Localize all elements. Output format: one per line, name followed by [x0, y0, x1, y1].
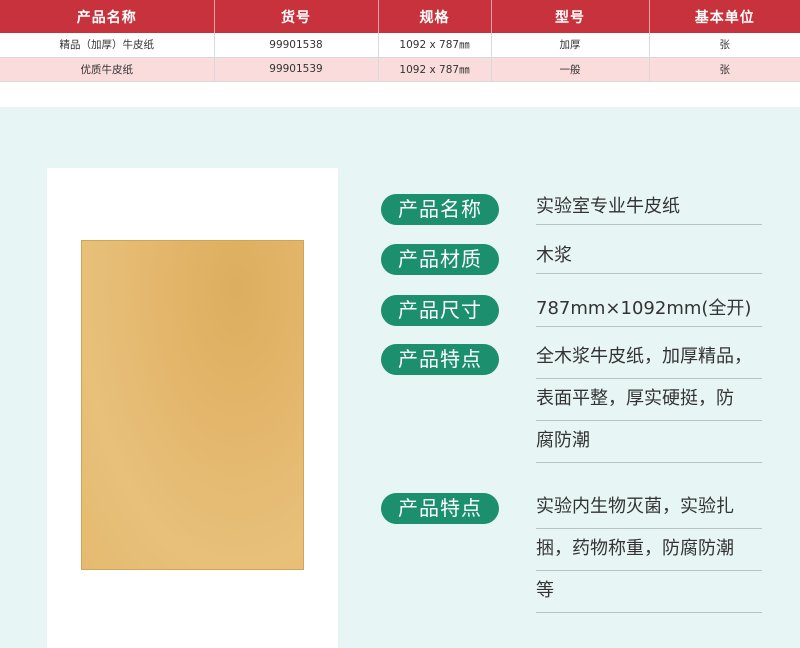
kraft-paper-image — [81, 240, 304, 570]
table-header-row: 产品名称 货号 规格 型号 基本单位 — [0, 0, 800, 33]
cell-model: 一般 — [491, 57, 650, 82]
feature-text-line: 全木浆牛皮纸，加厚精品， — [536, 337, 762, 379]
feature-value-material: 木浆 — [536, 238, 762, 274]
feature-label-product-name: 产品名称 — [381, 194, 499, 225]
feature-value-characteristics: 全木浆牛皮纸，加厚精品， 表面平整，厚实硬挺，防 腐防潮 — [536, 337, 762, 463]
feature-text-line: 等 — [536, 571, 762, 613]
feature-label-material: 产品材质 — [381, 244, 499, 275]
feature-value-size: 787mm×1092mm(全开) — [536, 291, 762, 327]
feature-label-characteristics: 产品特点 — [381, 344, 499, 375]
feature-text-line: 腐防潮 — [536, 421, 762, 463]
cell-item-number: 99901538 — [214, 33, 379, 58]
header-item-number: 货号 — [214, 0, 379, 33]
cell-unit: 张 — [649, 33, 800, 58]
table-row: 优质牛皮纸 99901539 1092 x 787㎜ 一般 张 — [0, 57, 800, 82]
table-row: 精品（加厚）牛皮纸 99901538 1092 x 787㎜ 加厚 张 — [0, 33, 800, 58]
feature-text-line: 捆，药物称重，防腐防潮 — [536, 529, 762, 571]
feature-value-uses: 实验内生物灭菌，实验扎 捆，药物称重，防腐防潮 等 — [536, 487, 762, 613]
product-photo-card — [47, 168, 338, 648]
cell-item-number: 99901539 — [214, 57, 379, 82]
header-product-name: 产品名称 — [0, 0, 215, 33]
feature-label-size: 产品尺寸 — [381, 295, 499, 326]
product-feature-panel: 产品名称 实验室专业牛皮纸 产品材质 木浆 产品尺寸 787mm×1092mm(… — [0, 107, 800, 648]
feature-value-product-name: 实验室专业牛皮纸 — [536, 189, 762, 225]
cell-specification: 1092 x 787㎜ — [378, 33, 492, 58]
header-model: 型号 — [491, 0, 650, 33]
feature-text-line: 表面平整，厚实硬挺，防 — [536, 379, 762, 421]
feature-text-line: 实验内生物灭菌，实验扎 — [536, 487, 762, 529]
spec-table: 产品名称 货号 规格 型号 基本单位 精品（加厚）牛皮纸 99901538 10… — [0, 0, 800, 82]
header-unit: 基本单位 — [649, 0, 800, 33]
cell-model: 加厚 — [491, 33, 650, 58]
cell-product-name: 优质牛皮纸 — [0, 57, 215, 82]
cell-product-name: 精品（加厚）牛皮纸 — [0, 33, 215, 58]
feature-label-uses: 产品特点 — [381, 493, 499, 524]
header-specification: 规格 — [378, 0, 492, 33]
cell-specification: 1092 x 787㎜ — [378, 57, 492, 82]
cell-unit: 张 — [649, 57, 800, 82]
